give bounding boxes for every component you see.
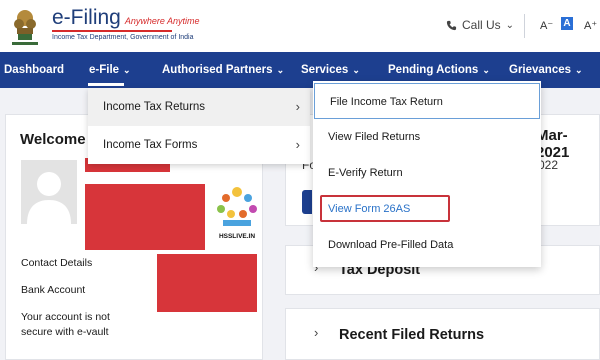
redacted-block: [157, 254, 257, 312]
chevron-down-icon: ⌄: [505, 19, 515, 31]
national-emblem-icon: [12, 10, 38, 45]
contact-details-link[interactable]: Contact Details: [21, 257, 92, 269]
menu-item-label: Download Pre-Filled Data: [328, 239, 454, 251]
nav-authorised-partners[interactable]: Authorised Partners ⌄: [162, 52, 284, 88]
chevron-down-icon: ⌄: [575, 65, 583, 75]
nav-active-indicator: [88, 83, 124, 86]
summary-action-button[interactable]: [302, 190, 312, 214]
evault-warning-line2: secure with e-vault: [21, 326, 109, 338]
hsslive-watermark-logo: HSSLIVE.IN: [213, 184, 261, 240]
brand-logo[interactable]: e-Filing Anywhere Anytime Income Tax Dep…: [52, 6, 200, 41]
font-increase-button[interactable]: A⁺: [584, 19, 597, 32]
evault-warning-line1: Your account is not: [21, 311, 110, 323]
font-normal-button[interactable]: A: [561, 17, 573, 30]
header-divider: [524, 14, 525, 38]
nav-dashboard-label: Dashboard: [4, 64, 65, 76]
chevron-down-icon: ⌄: [482, 65, 490, 75]
summary-year: 022: [538, 158, 559, 172]
brand-tagline: Anywhere Anytime: [124, 16, 200, 26]
menu-item-e-verify-return[interactable]: E-Verify Return: [313, 155, 541, 191]
nav-grievances-label: Grievances: [509, 64, 572, 76]
nav-dashboard[interactable]: Dashboard: [4, 52, 64, 88]
summary-date: Mar-2021: [536, 127, 570, 161]
call-us-button[interactable]: Call Us ⌄: [446, 18, 514, 32]
chevron-down-icon: ⌄: [276, 65, 285, 75]
chevron-right-icon: ›: [295, 99, 300, 114]
avatar: [21, 160, 77, 224]
services-submenu: File Income Tax Return View Filed Return…: [313, 81, 541, 267]
chevron-right-icon: ›: [314, 325, 319, 340]
phone-icon: [446, 20, 457, 30]
menu-item-view-filed-returns[interactable]: View Filed Returns: [313, 119, 541, 155]
nav-pending-actions-label: Pending Actions: [388, 64, 479, 76]
menu-item-income-tax-forms[interactable]: Income Tax Forms ›: [88, 126, 310, 164]
bank-account-link[interactable]: Bank Account: [21, 284, 85, 296]
brand-underline: [52, 30, 172, 32]
user-silhouette-icon: [27, 172, 71, 224]
hsslive-label: HSSLIVE.IN: [218, 233, 256, 240]
call-us-label: Call Us: [462, 18, 501, 32]
redacted-block: [85, 184, 205, 250]
site-header: e-Filing Anywhere Anytime Income Tax Dep…: [0, 0, 600, 52]
menu-item-label: Income Tax Returns: [103, 101, 206, 113]
highlight-annotation-box: [320, 195, 450, 222]
menu-item-label: Income Tax Forms: [103, 139, 198, 151]
chevron-down-icon: ⌄: [123, 65, 131, 75]
chevron-right-icon: ›: [295, 137, 300, 152]
recent-filed-returns-title: Recent Filed Returns: [339, 327, 485, 343]
menu-item-download-pre-filled-data[interactable]: Download Pre-Filled Data: [313, 227, 541, 263]
chevron-down-icon: ⌄: [352, 65, 360, 75]
nav-services-label: Services: [301, 64, 349, 76]
menu-item-label: E-Verify Return: [328, 167, 403, 179]
menu-item-file-income-tax-return[interactable]: File Income Tax Return: [314, 83, 540, 119]
brand-subtitle: Income Tax Department, Government of Ind…: [52, 34, 194, 41]
efile-dropdown-menu: Income Tax Returns › Income Tax Forms ›: [88, 88, 310, 164]
menu-item-income-tax-returns[interactable]: Income Tax Returns ›: [88, 88, 310, 126]
children-illustration-icon: [217, 187, 257, 226]
font-decrease-button[interactable]: A⁻: [540, 19, 553, 32]
nav-authorised-partners-label: Authorised Partners: [162, 64, 273, 76]
menu-item-label: File Income Tax Return: [330, 96, 443, 108]
brand-title: e-Filing: [52, 6, 121, 29]
nav-efile-label: e-File: [89, 64, 120, 76]
menu-item-label: View Filed Returns: [328, 131, 421, 143]
